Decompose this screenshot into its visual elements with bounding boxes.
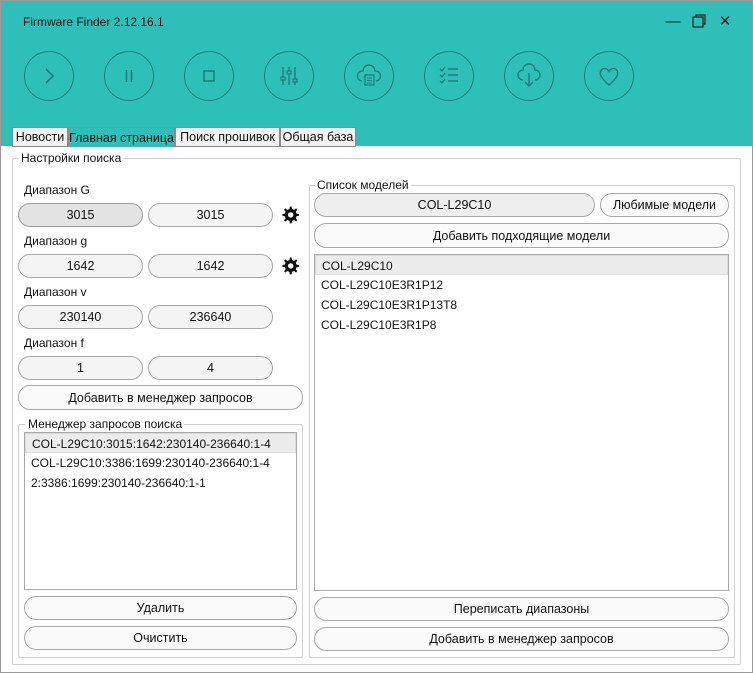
tab-common-database[interactable]: Общая база [280, 127, 356, 147]
range-f-label: Диапазон f [24, 336, 84, 350]
list-item[interactable]: COL-L29C10E3R1P8 [315, 315, 728, 335]
task-list-button[interactable] [424, 51, 474, 101]
tab-news[interactable]: Новости [12, 127, 68, 147]
stop-search-button[interactable] [184, 51, 234, 101]
list-item[interactable]: COL-L29C10E3R1P12 [315, 275, 728, 295]
list-item[interactable]: 2:3386:1699:230140-236640:1-1 [25, 473, 296, 493]
range-g-label: Диапазон g [24, 234, 88, 248]
cloud-document-icon [356, 64, 382, 86]
favorites-button[interactable] [584, 51, 634, 101]
range-g-from-input[interactable]: 1642 [18, 254, 143, 278]
settings-button[interactable] [264, 51, 314, 101]
list-item[interactable]: COL-L29C10:3386:1699:230140-236640:1-4 [25, 453, 296, 473]
add-to-request-manager-button[interactable]: Добавить в менеджер запросов [18, 385, 303, 410]
delete-button[interactable]: Удалить [24, 596, 297, 620]
download-button[interactable] [504, 51, 554, 101]
equalizer-icon [280, 67, 298, 85]
maximize-button[interactable] [687, 10, 711, 32]
checklist-icon [439, 66, 458, 84]
range-G-to-input[interactable]: 3015 [148, 203, 273, 227]
range-v-label: Диапазон v [24, 285, 87, 299]
models-title: Список моделей [315, 178, 411, 192]
range-v-from-input[interactable]: 230140 [18, 305, 143, 329]
tab-main-page[interactable]: Главная страница [68, 127, 175, 147]
tab-firmware-search[interactable]: Поиск прошивок [175, 127, 280, 147]
close-icon: ✕ [718, 13, 732, 30]
list-item[interactable]: COL-L29C10:3015:1642:230140-236640:1-4 [25, 433, 296, 453]
minimize-button[interactable]: — [661, 10, 685, 32]
close-button[interactable]: ✕ [713, 10, 737, 32]
models-add-to-request-manager-button[interactable]: Добавить в менеджер запросов [314, 627, 729, 651]
heart-icon [599, 67, 619, 86]
window-title: Firmware Finder 2.12.16.1 [23, 15, 164, 29]
pause-search-button[interactable] [104, 51, 154, 101]
clear-button[interactable]: Очистить [24, 626, 297, 650]
request-manager-list[interactable]: COL-L29C10:3015:1642:230140-236640:1-4 C… [24, 432, 297, 590]
header-bar: Firmware Finder 2.12.16.1 — ✕ [1, 1, 752, 146]
request-manager-title: Менеджер запросов поиска [26, 417, 185, 431]
range-f-to-input[interactable]: 4 [148, 356, 273, 380]
app-window: Firmware Finder 2.12.16.1 — ✕ Новости Гл… [0, 0, 753, 673]
model-select[interactable]: COL-L29C10 [314, 193, 595, 217]
minimize-icon: — [665, 12, 681, 30]
range-v-to-input[interactable]: 236640 [148, 305, 273, 329]
cloud-files-button[interactable] [344, 51, 394, 101]
models-list[interactable]: COL-L29C10 COL-L29C10E3R1P12 COL-L29C10E… [314, 254, 729, 591]
range-G-label: Диапазон G [24, 183, 90, 197]
stop-icon [203, 70, 215, 82]
search-settings-title: Настройки поиска [19, 151, 124, 165]
restore-icon [692, 14, 706, 28]
range-G-gear-icon[interactable] [280, 205, 300, 225]
start-search-button[interactable] [24, 51, 74, 101]
list-item[interactable]: COL-L29C10E3R1P13T8 [315, 295, 728, 315]
rewrite-ranges-button[interactable]: Переписать диапазоны [314, 597, 729, 621]
range-g-to-input[interactable]: 1642 [148, 254, 273, 278]
range-G-from-input[interactable]: 3015 [18, 203, 143, 227]
range-g-gear-icon[interactable] [280, 256, 300, 276]
range-f-from-input[interactable]: 1 [18, 356, 143, 380]
add-matching-models-button[interactable]: Добавить подходящие модели [314, 223, 729, 248]
play-icon [45, 68, 55, 84]
cloud-download-icon [517, 63, 541, 87]
favorite-models-button[interactable]: Любимые модели [600, 193, 729, 217]
pause-icon [125, 70, 133, 82]
list-item[interactable]: COL-L29C10 [315, 255, 728, 275]
